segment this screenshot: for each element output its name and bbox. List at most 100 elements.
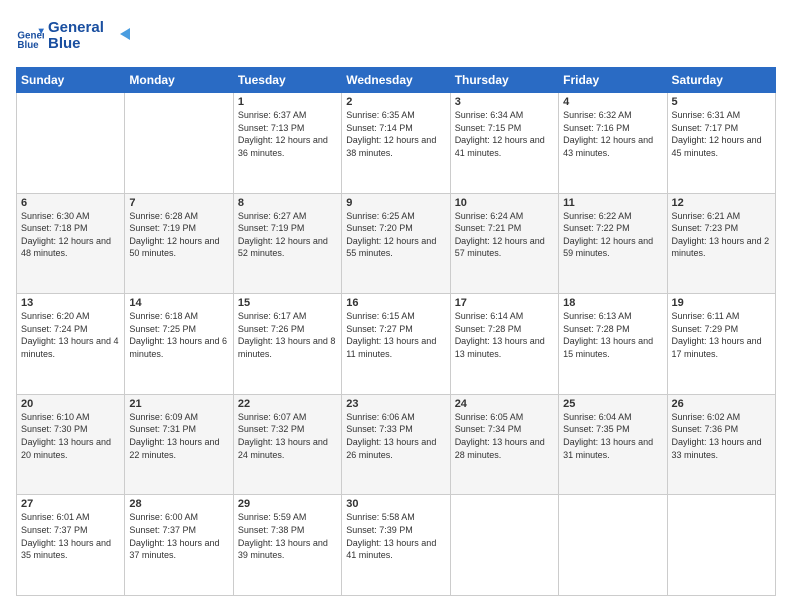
day-number: 10 xyxy=(455,197,554,209)
day-info: Sunrise: 6:37 AMSunset: 7:13 PMDaylight:… xyxy=(238,109,337,159)
day-number: 2 xyxy=(346,96,445,108)
day-info: Sunrise: 6:14 AMSunset: 7:28 PMDaylight:… xyxy=(455,310,554,360)
day-info: Sunrise: 6:24 AMSunset: 7:21 PMDaylight:… xyxy=(455,210,554,260)
logo-text: General Blue xyxy=(48,16,138,57)
day-number: 14 xyxy=(129,297,228,309)
day-number: 21 xyxy=(129,398,228,410)
day-info: Sunrise: 6:32 AMSunset: 7:16 PMDaylight:… xyxy=(563,109,662,159)
day-number: 24 xyxy=(455,398,554,410)
calendar-day-23: 23Sunrise: 6:06 AMSunset: 7:33 PMDayligh… xyxy=(342,394,450,495)
day-info: Sunrise: 6:09 AMSunset: 7:31 PMDaylight:… xyxy=(129,411,228,461)
empty-day xyxy=(450,495,558,596)
weekday-header-saturday: Saturday xyxy=(667,68,775,93)
calendar-day-24: 24Sunrise: 6:05 AMSunset: 7:34 PMDayligh… xyxy=(450,394,558,495)
day-number: 8 xyxy=(238,197,337,209)
day-number: 28 xyxy=(129,498,228,510)
calendar-day-28: 28Sunrise: 6:00 AMSunset: 7:37 PMDayligh… xyxy=(125,495,233,596)
day-number: 1 xyxy=(238,96,337,108)
day-number: 11 xyxy=(563,197,662,209)
weekday-header-wednesday: Wednesday xyxy=(342,68,450,93)
day-info: Sunrise: 6:11 AMSunset: 7:29 PMDaylight:… xyxy=(672,310,771,360)
day-info: Sunrise: 5:58 AMSunset: 7:39 PMDaylight:… xyxy=(346,511,445,561)
svg-text:Blue: Blue xyxy=(48,35,81,52)
day-info: Sunrise: 6:10 AMSunset: 7:30 PMDaylight:… xyxy=(21,411,120,461)
day-info: Sunrise: 6:25 AMSunset: 7:20 PMDaylight:… xyxy=(346,210,445,260)
calendar-day-10: 10Sunrise: 6:24 AMSunset: 7:21 PMDayligh… xyxy=(450,193,558,294)
calendar-day-9: 9Sunrise: 6:25 AMSunset: 7:20 PMDaylight… xyxy=(342,193,450,294)
day-number: 16 xyxy=(346,297,445,309)
empty-day xyxy=(559,495,667,596)
day-info: Sunrise: 6:00 AMSunset: 7:37 PMDaylight:… xyxy=(129,511,228,561)
svg-text:General: General xyxy=(48,19,104,36)
calendar-day-18: 18Sunrise: 6:13 AMSunset: 7:28 PMDayligh… xyxy=(559,294,667,395)
day-info: Sunrise: 6:07 AMSunset: 7:32 PMDaylight:… xyxy=(238,411,337,461)
calendar-table: SundayMondayTuesdayWednesdayThursdayFrid… xyxy=(16,67,776,596)
day-number: 4 xyxy=(563,96,662,108)
empty-day xyxy=(125,93,233,194)
day-number: 25 xyxy=(563,398,662,410)
empty-day xyxy=(667,495,775,596)
day-info: Sunrise: 6:22 AMSunset: 7:22 PMDaylight:… xyxy=(563,210,662,260)
weekday-header-row: SundayMondayTuesdayWednesdayThursdayFrid… xyxy=(17,68,776,93)
day-info: Sunrise: 6:30 AMSunset: 7:18 PMDaylight:… xyxy=(21,210,120,260)
calendar-day-22: 22Sunrise: 6:07 AMSunset: 7:32 PMDayligh… xyxy=(233,394,341,495)
day-number: 9 xyxy=(346,197,445,209)
day-info: Sunrise: 6:35 AMSunset: 7:14 PMDaylight:… xyxy=(346,109,445,159)
calendar-day-27: 27Sunrise: 6:01 AMSunset: 7:37 PMDayligh… xyxy=(17,495,125,596)
calendar-day-12: 12Sunrise: 6:21 AMSunset: 7:23 PMDayligh… xyxy=(667,193,775,294)
weekday-header-friday: Friday xyxy=(559,68,667,93)
logo-icon: General Blue xyxy=(16,23,44,51)
day-number: 3 xyxy=(455,96,554,108)
calendar-day-29: 29Sunrise: 5:59 AMSunset: 7:38 PMDayligh… xyxy=(233,495,341,596)
empty-day xyxy=(17,93,125,194)
day-info: Sunrise: 6:34 AMSunset: 7:15 PMDaylight:… xyxy=(455,109,554,159)
calendar-day-6: 6Sunrise: 6:30 AMSunset: 7:18 PMDaylight… xyxy=(17,193,125,294)
calendar-week-row: 13Sunrise: 6:20 AMSunset: 7:24 PMDayligh… xyxy=(17,294,776,395)
calendar-day-26: 26Sunrise: 6:02 AMSunset: 7:36 PMDayligh… xyxy=(667,394,775,495)
weekday-header-monday: Monday xyxy=(125,68,233,93)
weekday-header-tuesday: Tuesday xyxy=(233,68,341,93)
calendar-week-row: 20Sunrise: 6:10 AMSunset: 7:30 PMDayligh… xyxy=(17,394,776,495)
day-number: 27 xyxy=(21,498,120,510)
day-info: Sunrise: 6:02 AMSunset: 7:36 PMDaylight:… xyxy=(672,411,771,461)
calendar-day-13: 13Sunrise: 6:20 AMSunset: 7:24 PMDayligh… xyxy=(17,294,125,395)
day-number: 29 xyxy=(238,498,337,510)
calendar-week-row: 27Sunrise: 6:01 AMSunset: 7:37 PMDayligh… xyxy=(17,495,776,596)
calendar-day-5: 5Sunrise: 6:31 AMSunset: 7:17 PMDaylight… xyxy=(667,93,775,194)
logo: General Blue General Blue xyxy=(16,16,138,57)
day-info: Sunrise: 6:17 AMSunset: 7:26 PMDaylight:… xyxy=(238,310,337,360)
day-info: Sunrise: 6:20 AMSunset: 7:24 PMDaylight:… xyxy=(21,310,120,360)
day-number: 7 xyxy=(129,197,228,209)
day-info: Sunrise: 6:27 AMSunset: 7:19 PMDaylight:… xyxy=(238,210,337,260)
day-info: Sunrise: 6:31 AMSunset: 7:17 PMDaylight:… xyxy=(672,109,771,159)
day-number: 17 xyxy=(455,297,554,309)
calendar-day-21: 21Sunrise: 6:09 AMSunset: 7:31 PMDayligh… xyxy=(125,394,233,495)
calendar-day-3: 3Sunrise: 6:34 AMSunset: 7:15 PMDaylight… xyxy=(450,93,558,194)
day-number: 18 xyxy=(563,297,662,309)
day-info: Sunrise: 6:28 AMSunset: 7:19 PMDaylight:… xyxy=(129,210,228,260)
day-number: 20 xyxy=(21,398,120,410)
day-info: Sunrise: 6:05 AMSunset: 7:34 PMDaylight:… xyxy=(455,411,554,461)
calendar-day-17: 17Sunrise: 6:14 AMSunset: 7:28 PMDayligh… xyxy=(450,294,558,395)
page: General Blue General Blue SundayMondayTu… xyxy=(0,0,792,612)
calendar-day-11: 11Sunrise: 6:22 AMSunset: 7:22 PMDayligh… xyxy=(559,193,667,294)
calendar-day-4: 4Sunrise: 6:32 AMSunset: 7:16 PMDaylight… xyxy=(559,93,667,194)
weekday-header-sunday: Sunday xyxy=(17,68,125,93)
weekday-header-thursday: Thursday xyxy=(450,68,558,93)
day-number: 30 xyxy=(346,498,445,510)
calendar-week-row: 1Sunrise: 6:37 AMSunset: 7:13 PMDaylight… xyxy=(17,93,776,194)
calendar-day-20: 20Sunrise: 6:10 AMSunset: 7:30 PMDayligh… xyxy=(17,394,125,495)
day-number: 6 xyxy=(21,197,120,209)
calendar-day-2: 2Sunrise: 6:35 AMSunset: 7:14 PMDaylight… xyxy=(342,93,450,194)
calendar-day-1: 1Sunrise: 6:37 AMSunset: 7:13 PMDaylight… xyxy=(233,93,341,194)
day-number: 15 xyxy=(238,297,337,309)
day-number: 12 xyxy=(672,197,771,209)
svg-text:Blue: Blue xyxy=(17,40,39,51)
calendar-day-30: 30Sunrise: 5:58 AMSunset: 7:39 PMDayligh… xyxy=(342,495,450,596)
calendar-day-25: 25Sunrise: 6:04 AMSunset: 7:35 PMDayligh… xyxy=(559,394,667,495)
day-info: Sunrise: 6:21 AMSunset: 7:23 PMDaylight:… xyxy=(672,210,771,260)
calendar-week-row: 6Sunrise: 6:30 AMSunset: 7:18 PMDaylight… xyxy=(17,193,776,294)
calendar-day-19: 19Sunrise: 6:11 AMSunset: 7:29 PMDayligh… xyxy=(667,294,775,395)
day-number: 5 xyxy=(672,96,771,108)
day-number: 23 xyxy=(346,398,445,410)
